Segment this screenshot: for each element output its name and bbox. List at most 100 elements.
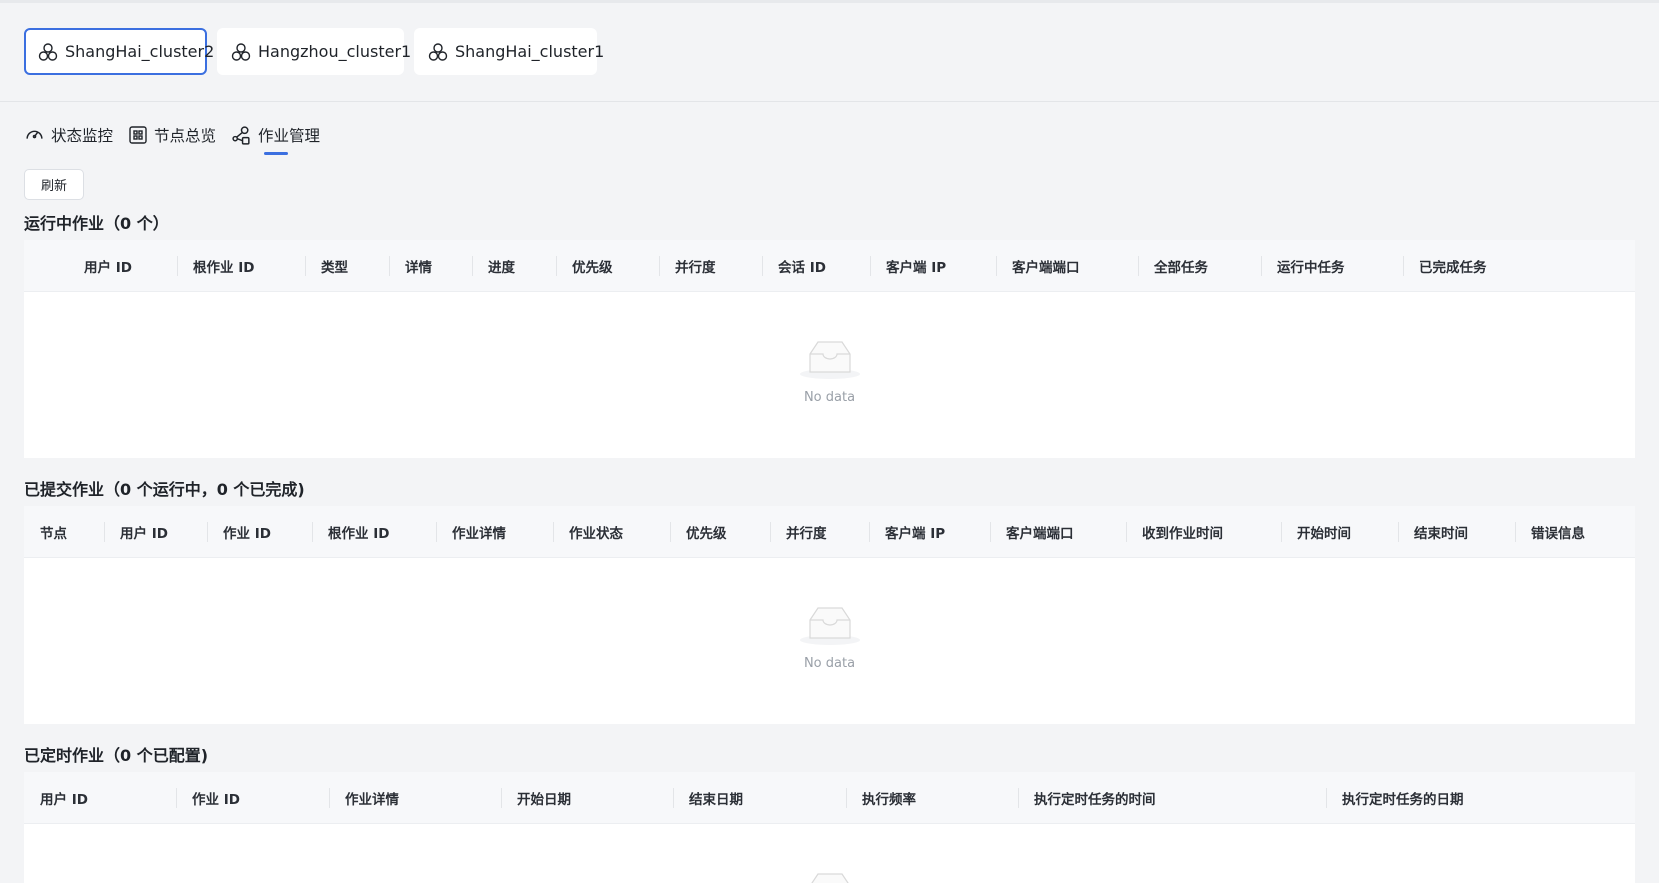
column-separator — [1261, 256, 1262, 276]
table-body — [24, 824, 1635, 883]
column-separator — [996, 256, 997, 276]
table-header: 节点 用户 ID 作业 ID 根作业 ID 作业详情 作业状态 优先级 并行度 … — [24, 506, 1635, 558]
column-header[interactable]: 优先级 — [572, 240, 613, 292]
nav-tabs: 状态监控 节点总览 作业管理 — [24, 120, 335, 155]
column-separator — [1281, 522, 1282, 542]
column-separator — [207, 522, 208, 542]
column-header[interactable]: 用户 ID — [120, 506, 168, 558]
column-header[interactable]: 作业详情 — [345, 772, 399, 824]
column-header[interactable]: 客户端 IP — [886, 240, 946, 292]
section-title-running-jobs: 运行中作业（0 个） — [24, 214, 169, 233]
column-header[interactable]: 作业 ID — [223, 506, 271, 558]
tab-node-overview[interactable]: 节点总览 — [128, 120, 216, 150]
column-header[interactable]: 详情 — [405, 240, 432, 292]
column-header[interactable]: 开始日期 — [517, 772, 571, 824]
column-header[interactable]: 类型 — [321, 240, 348, 292]
column-header[interactable]: 会话 ID — [778, 240, 826, 292]
column-separator — [1398, 522, 1399, 542]
tab-job-management[interactable]: 作业管理 — [231, 120, 321, 155]
submitted-jobs-table: 节点 用户 ID 作业 ID 根作业 ID 作业详情 作业状态 优先级 并行度 … — [24, 506, 1635, 724]
empty-state: No data — [24, 338, 1635, 405]
column-separator — [770, 522, 771, 542]
column-separator — [1326, 788, 1327, 808]
column-separator — [762, 256, 763, 276]
column-header[interactable]: 进度 — [488, 240, 515, 292]
column-separator — [1515, 522, 1516, 542]
column-header[interactable]: 客户端 IP — [885, 506, 945, 558]
column-header[interactable]: 开始时间 — [1297, 506, 1351, 558]
column-header[interactable]: 客户端端口 — [1012, 240, 1080, 292]
tab-label: 节点总览 — [154, 127, 217, 145]
cluster-button-shanghai-cluster1[interactable]: ShangHai_cluster1 — [414, 28, 604, 75]
column-separator — [870, 256, 871, 276]
column-header[interactable]: 优先级 — [686, 506, 727, 558]
empty-text: No data — [803, 656, 856, 671]
empty-state: No data — [24, 604, 1635, 671]
column-separator — [329, 788, 330, 808]
tab-label: 状态监控 — [51, 127, 114, 145]
section-title-scheduled-jobs: 已定时作业（0 个已配置) — [24, 746, 209, 765]
column-header[interactable]: 结束时间 — [1414, 506, 1468, 558]
column-header[interactable]: 客户端端口 — [1006, 506, 1074, 558]
column-header[interactable]: 运行中任务 — [1277, 240, 1345, 292]
cluster-button-hangzhou-cluster1[interactable]: Hangzhou_cluster1 — [217, 28, 411, 75]
tab-status-monitor[interactable]: 状态监控 — [24, 120, 113, 150]
job-icon — [232, 125, 250, 145]
refresh-button[interactable]: 刷新 — [24, 169, 84, 200]
column-header[interactable]: 作业 ID — [192, 772, 240, 824]
grid-icon — [129, 126, 147, 144]
column-header[interactable]: 根作业 ID — [328, 506, 389, 558]
table-header: 用户 ID 根作业 ID 类型 详情 进度 优先级 并行度 会话 ID 客户端 … — [24, 240, 1635, 292]
column-separator — [869, 522, 870, 542]
column-header[interactable]: 执行频率 — [862, 772, 916, 824]
column-header[interactable]: 作业详情 — [452, 506, 506, 558]
column-separator — [553, 522, 554, 542]
column-header[interactable]: 根作业 ID — [193, 240, 254, 292]
column-header[interactable]: 用户 ID — [84, 240, 132, 292]
running-jobs-table: 用户 ID 根作业 ID 类型 详情 进度 优先级 并行度 会话 ID 客户端 … — [24, 240, 1635, 458]
column-separator — [472, 256, 473, 276]
column-header[interactable]: 执行定时任务的时间 — [1034, 772, 1156, 824]
column-separator — [673, 788, 674, 808]
column-header[interactable]: 全部任务 — [1154, 240, 1208, 292]
column-separator — [176, 788, 177, 808]
column-separator — [1126, 522, 1127, 542]
scheduled-jobs-table: 用户 ID 作业 ID 作业详情 开始日期 结束日期 执行频率 执行定时任务的时… — [24, 772, 1635, 883]
column-header[interactable]: 执行定时任务的日期 — [1342, 772, 1464, 824]
column-header[interactable]: 结束日期 — [689, 772, 743, 824]
column-separator — [1403, 256, 1404, 276]
tab-label: 作业管理 — [258, 127, 321, 145]
column-separator — [501, 788, 502, 808]
section-title-submitted-jobs: 已提交作业（0 个运行中，0 个已完成) — [24, 480, 305, 499]
column-header[interactable]: 并行度 — [786, 506, 827, 558]
empty-state — [24, 870, 1635, 883]
cluster-label: ShangHai_cluster2 — [65, 42, 215, 61]
gauge-icon — [26, 130, 43, 139]
column-separator — [104, 522, 105, 542]
column-separator — [556, 256, 557, 276]
column-separator — [846, 788, 847, 808]
column-header[interactable]: 错误信息 — [1531, 506, 1585, 558]
column-separator — [177, 256, 178, 276]
empty-inbox-icon — [810, 873, 849, 883]
column-separator — [670, 522, 671, 542]
column-header[interactable]: 并行度 — [675, 240, 716, 292]
active-tab-indicator — [264, 152, 289, 155]
empty-inbox-icon — [799, 607, 860, 645]
column-header[interactable]: 收到作业时间 — [1142, 506, 1223, 558]
column-header[interactable]: 已完成任务 — [1419, 240, 1487, 292]
column-separator — [1018, 788, 1019, 808]
column-separator — [1138, 256, 1139, 276]
column-header[interactable]: 节点 — [40, 506, 67, 558]
column-separator — [312, 522, 313, 542]
column-header[interactable]: 作业状态 — [569, 506, 623, 558]
column-separator — [659, 256, 660, 276]
cluster-button-shanghai-cluster2[interactable]: ShangHai_cluster2 — [24, 28, 214, 75]
empty-inbox-icon — [799, 341, 860, 379]
column-header[interactable]: 用户 ID — [40, 772, 88, 824]
cluster-icon — [38, 42, 58, 61]
column-separator — [389, 256, 390, 276]
cluster-selector-bar: ShangHai_cluster2 Hangzhou_cluster1 Shan… — [0, 3, 1659, 102]
cluster-label: Hangzhou_cluster1 — [258, 42, 412, 61]
cluster-icon — [231, 42, 251, 61]
